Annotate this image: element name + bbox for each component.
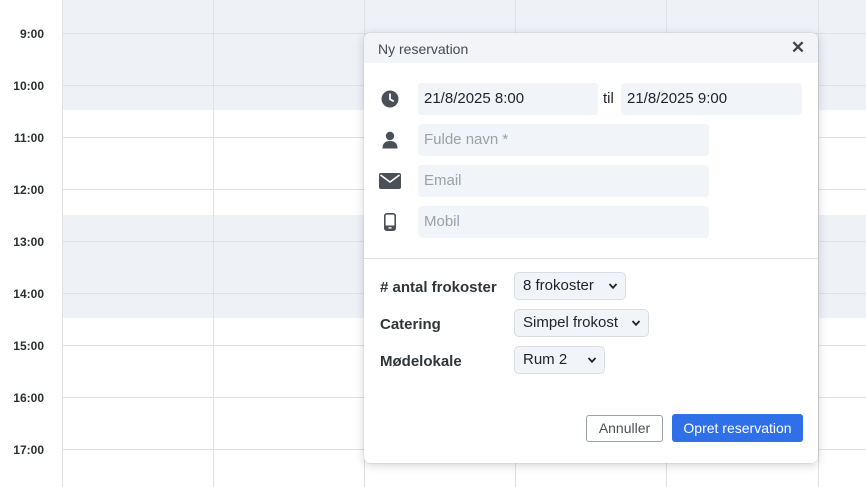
lunches-select[interactable]: 8 frokoster bbox=[514, 272, 626, 300]
day-column-divider bbox=[213, 0, 214, 487]
chevron-down-icon bbox=[587, 357, 597, 364]
close-icon[interactable]: ✕ bbox=[790, 38, 806, 58]
until-label: til bbox=[603, 90, 614, 107]
lunches-label: # antal frokoster bbox=[380, 279, 497, 296]
day-column-divider bbox=[818, 0, 819, 487]
time-label: 13:00 bbox=[13, 235, 44, 249]
end-datetime-input[interactable]: 21/8/2025 9:00 bbox=[621, 83, 802, 115]
time-label: 15:00 bbox=[13, 339, 44, 353]
chevron-down-icon bbox=[608, 283, 618, 290]
full-name-input[interactable]: Fulde navn * bbox=[418, 124, 709, 156]
catering-label: Catering bbox=[380, 316, 441, 333]
new-reservation-dialog: Ny reservation ✕ 21/8/2025 8:00 til 21/8… bbox=[364, 33, 818, 463]
person-icon bbox=[380, 130, 400, 150]
time-label: 11:00 bbox=[13, 131, 44, 145]
time-label: 17:00 bbox=[13, 443, 44, 457]
time-label: 9:00 bbox=[19, 27, 44, 41]
start-datetime-input[interactable]: 21/8/2025 8:00 bbox=[418, 83, 598, 115]
time-axis: 9:00 10:00 11:00 12:00 13:00 14:00 15:00… bbox=[0, 0, 62, 487]
envelope-icon bbox=[378, 171, 402, 191]
email-input[interactable]: Email bbox=[418, 165, 709, 197]
time-label: 10:00 bbox=[13, 79, 44, 93]
divider bbox=[364, 258, 818, 259]
catering-select[interactable]: Simpel frokost bbox=[514, 309, 649, 337]
chevron-down-icon bbox=[631, 320, 641, 327]
dialog-header: Ny reservation ✕ bbox=[364, 33, 818, 63]
cancel-button[interactable]: Annuller bbox=[586, 415, 663, 442]
lunches-select-value: 8 frokoster bbox=[523, 277, 594, 294]
create-reservation-button[interactable]: Opret reservation bbox=[672, 414, 803, 442]
time-label: 12:00 bbox=[13, 183, 44, 197]
mobile-input[interactable]: Mobil bbox=[418, 206, 709, 238]
day-column-divider bbox=[62, 0, 63, 487]
time-label: 16:00 bbox=[13, 391, 44, 405]
room-select-value: Rum 2 bbox=[523, 351, 568, 368]
room-select[interactable]: Rum 2 bbox=[514, 346, 605, 374]
clock-icon bbox=[380, 89, 400, 109]
catering-select-value: Simpel frokost bbox=[523, 314, 619, 331]
mobile-icon bbox=[380, 212, 400, 232]
room-label: Mødelokale bbox=[380, 353, 462, 370]
time-label: 14:00 bbox=[13, 287, 44, 301]
dialog-title: Ny reservation bbox=[378, 41, 469, 57]
